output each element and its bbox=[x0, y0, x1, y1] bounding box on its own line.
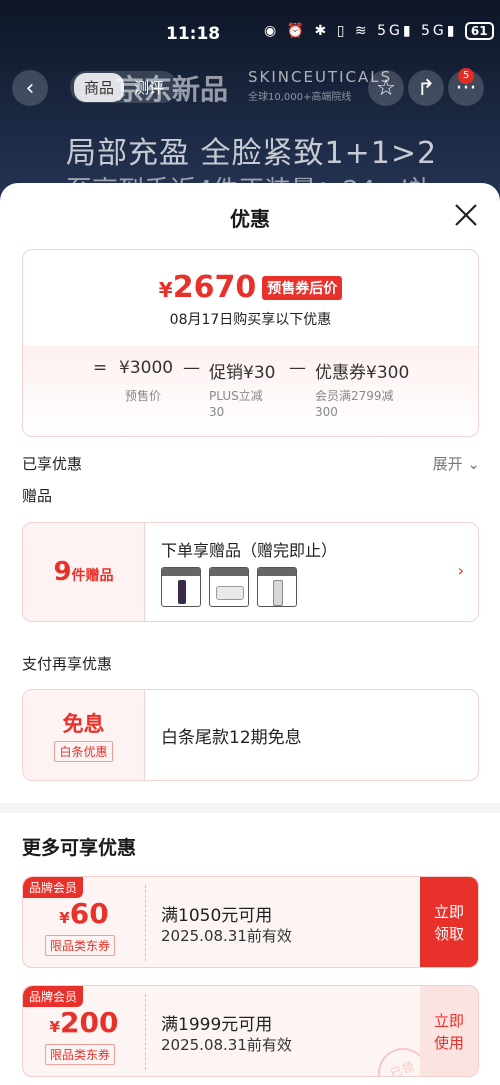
tab-review[interactable]: 测评 bbox=[124, 73, 174, 102]
price-summary-card: ¥2670 预售券后价 08月17日购买享以下优惠 = ¥3000 — 促销¥3… bbox=[22, 249, 479, 437]
star-icon: ☆ bbox=[376, 75, 396, 101]
product-tabs: 商品 测评 bbox=[70, 71, 179, 103]
gift-count: 9 件赠品 bbox=[23, 523, 145, 621]
coupon-amount: ¥200 bbox=[49, 1006, 119, 1039]
coupon-limit-tag: 限品类东券 bbox=[45, 935, 116, 956]
coupon-card: 品牌会员 ¥200 限品类东券 满1999元可用 2025.08.31前有效 已… bbox=[22, 985, 479, 1077]
discount-sheet: 优惠 ¥2670 预售券后价 08月17日购买享以下优惠 = ¥3000 — 促… bbox=[0, 183, 500, 1085]
brand-banner-sub: 全球10,000+高端院线 bbox=[248, 92, 352, 103]
presale-value: ¥3000 bbox=[119, 358, 174, 378]
minus-sign: — bbox=[289, 358, 306, 378]
close-icon bbox=[455, 204, 477, 226]
section-divider bbox=[0, 803, 500, 813]
gift-thumbnail bbox=[209, 567, 249, 607]
gift-title: 下单享赠品（赠完即止） bbox=[161, 541, 338, 560]
share-button[interactable]: ↱ bbox=[408, 70, 444, 106]
installment-card[interactable]: 免息 白条优惠 白条尾款12期免息 bbox=[22, 689, 479, 781]
product-nav-row: ‹ 京东新品 SKINCEUTICALS 全球10,000+高端院线 商品 测评… bbox=[0, 68, 500, 108]
status-bar: 11:18 ◉ ⏰ ✱ ▯ ≋ 5G▮ 5G▮ 61 bbox=[0, 0, 500, 66]
gift-card[interactable]: 9 件赠品 下单享赠品（赠完即止） › bbox=[22, 522, 479, 622]
purchase-date-note: 08月17日购买享以下优惠 bbox=[169, 312, 332, 328]
chevron-left-icon: ‹ bbox=[25, 75, 35, 101]
close-button[interactable] bbox=[452, 201, 480, 229]
promo-label: PLUS立减 30 bbox=[209, 389, 263, 419]
price-breakdown: = ¥3000 — 促销¥30 — 优惠券¥300 预售价 PLUS立减 30 … bbox=[23, 346, 478, 436]
interest-free-label: 免息 bbox=[62, 712, 105, 736]
enjoyed-discounts-label: 已享优惠 bbox=[22, 455, 83, 473]
baitiao-tag: 白条优惠 bbox=[54, 741, 113, 762]
final-price-value: 2670 bbox=[172, 270, 257, 305]
coupon-validity: 2025.08.31前有效 bbox=[161, 927, 292, 945]
expand-button[interactable]: 展开 ⌄ bbox=[433, 453, 480, 474]
coupon-amount: ¥60 bbox=[59, 897, 109, 930]
coupon-condition: 满1050元可用 bbox=[161, 906, 273, 926]
final-price: ¥2670 预售券后价 bbox=[159, 270, 343, 305]
favorite-button[interactable]: ☆ bbox=[368, 70, 404, 106]
member-tag: 品牌会员 bbox=[23, 986, 84, 1007]
status-icons: ◉ ⏰ ✱ ▯ ≋ 5G▮ 5G▮ 61 bbox=[264, 22, 494, 40]
member-tag: 品牌会员 bbox=[23, 877, 84, 898]
installment-desc: 白条尾款12期免息 bbox=[161, 727, 302, 748]
coupon-label: 会员满2799减 300 bbox=[315, 389, 394, 419]
use-coupon-button[interactable]: 立即使用 bbox=[420, 986, 478, 1076]
claim-coupon-button[interactable]: 立即领取 bbox=[420, 877, 478, 967]
chevron-right-icon: › bbox=[457, 561, 464, 580]
minus-sign: — bbox=[183, 358, 200, 378]
back-button[interactable]: ‹ bbox=[12, 70, 48, 106]
promo-headline: 局部充盈 全脸紧致1+1>2 bbox=[66, 136, 438, 171]
promo-value: 促销¥30 bbox=[209, 363, 276, 383]
notification-badge: 5 bbox=[458, 68, 474, 84]
coupon-limit-tag: 限品类东券 bbox=[45, 1044, 116, 1065]
status-signal-icons: ◉ ⏰ ✱ ▯ ≋ 5G▮ 5G▮ bbox=[264, 23, 458, 39]
share-icon: ↱ bbox=[416, 75, 436, 101]
gift-thumbnails bbox=[161, 567, 297, 607]
gifts-label: 赠品 bbox=[22, 487, 53, 505]
coupon-validity: 2025.08.31前有效 bbox=[161, 1036, 292, 1054]
gift-thumbnail bbox=[161, 567, 201, 607]
coupon-card: 品牌会员 ¥60 限品类东券 满1050元可用 2025.08.31前有效 立即… bbox=[22, 876, 479, 968]
coupon-condition: 满1999元可用 bbox=[161, 1015, 273, 1035]
sheet-title: 优惠 bbox=[230, 207, 270, 231]
coupon-value: 优惠券¥300 bbox=[315, 363, 410, 383]
more-discounts-title: 更多可享优惠 bbox=[22, 837, 137, 859]
presale-label: 预售价 bbox=[125, 389, 162, 403]
pay-discount-label: 支付再享优惠 bbox=[22, 655, 113, 673]
battery-icon: 61 bbox=[464, 22, 494, 40]
presale-price-tag: 预售券后价 bbox=[262, 275, 343, 300]
gift-thumbnail bbox=[257, 567, 297, 607]
tab-product[interactable]: 商品 bbox=[74, 72, 125, 102]
more-button[interactable]: ··· 5 bbox=[448, 68, 484, 106]
equals-sign: = bbox=[93, 358, 108, 378]
status-time: 11:18 bbox=[166, 24, 221, 44]
